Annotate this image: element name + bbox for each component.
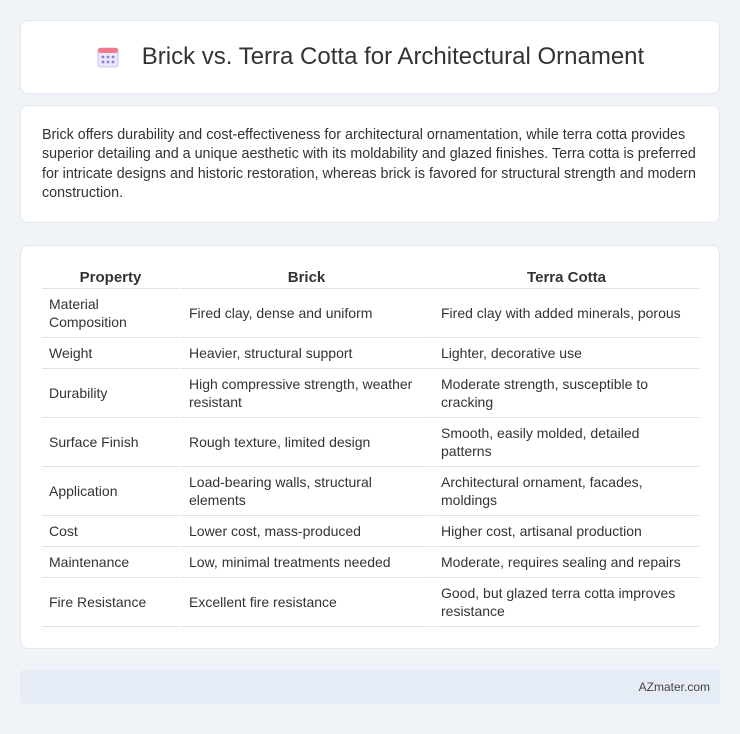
footer: AZmater.com [20, 670, 720, 704]
row-property: Maintenance [42, 547, 179, 578]
row-property: Fire Resistance [42, 578, 179, 627]
header-brick: Brick [179, 263, 431, 289]
row-property: Application [42, 467, 179, 516]
row-brick: Fired clay, dense and uniform [179, 289, 431, 338]
table-row: Surface Finish Rough texture, limited de… [42, 418, 699, 467]
row-brick: Excellent fire resistance [179, 578, 431, 627]
comparison-table-card: Property Brick Terra Cotta Material Comp… [20, 245, 720, 649]
table-row: Durability High compressive strength, we… [42, 369, 699, 418]
row-terra-cotta: Higher cost, artisanal production [431, 516, 699, 547]
summary-text: Brick offers durability and cost-effecti… [42, 127, 696, 202]
row-terra-cotta: Smooth, easily molded, detailed patterns [431, 418, 699, 467]
table-row: Material Composition Fired clay, dense a… [42, 289, 699, 338]
table-row: Application Load-bearing walls, structur… [42, 467, 699, 516]
row-terra-cotta: Moderate, requires sealing and repairs [431, 547, 699, 578]
header-property: Property [42, 263, 179, 289]
table-row: Maintenance Low, minimal treatments need… [42, 547, 699, 578]
row-property: Cost [42, 516, 179, 547]
row-property: Material Composition [42, 289, 179, 338]
row-terra-cotta: Lighter, decorative use [431, 338, 699, 369]
row-terra-cotta: Fired clay with added minerals, porous [431, 289, 699, 338]
row-terra-cotta: Architectural ornament, facades, molding… [431, 467, 699, 516]
row-brick: High compressive strength, weather resis… [179, 369, 431, 418]
header-terra-cotta: Terra Cotta [431, 263, 699, 289]
page-title-text: Brick vs. Terra Cotta for Architectural … [141, 43, 645, 70]
row-brick: Lower cost, mass-produced [179, 516, 431, 547]
comparison-table: Property Brick Terra Cotta Material Comp… [42, 263, 699, 627]
row-terra-cotta: Moderate strength, susceptible to cracki… [431, 369, 699, 418]
calendar-icon [96, 45, 120, 69]
footer-brand[interactable]: AZmater.com [639, 680, 710, 694]
row-property: Durability [42, 369, 179, 418]
row-brick: Heavier, structural support [179, 338, 431, 369]
table-header-row: Property Brick Terra Cotta [42, 263, 699, 289]
row-property: Weight [42, 338, 179, 369]
title-card: Brick vs. Terra Cotta for Architectural … [20, 20, 720, 94]
row-terra-cotta: Good, but glazed terra cotta improves re… [431, 578, 699, 627]
table-row: Fire Resistance Excellent fire resistanc… [42, 578, 699, 627]
summary-card: Brick offers durability and cost-effecti… [20, 105, 720, 223]
row-brick: Load-bearing walls, structural elements [179, 467, 431, 516]
table-row: Cost Lower cost, mass-produced Higher co… [42, 516, 699, 547]
row-property: Surface Finish [42, 418, 179, 467]
page-title: Brick vs. Terra Cotta for Architectural … [96, 43, 644, 71]
row-brick: Rough texture, limited design [179, 418, 431, 467]
row-brick: Low, minimal treatments needed [179, 547, 431, 578]
table-row: Weight Heavier, structural support Light… [42, 338, 699, 369]
